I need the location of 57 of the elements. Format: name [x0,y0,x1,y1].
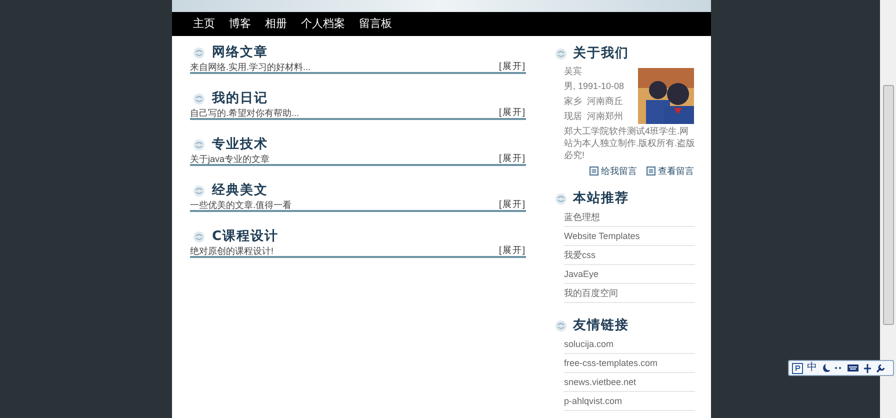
wrench-icon[interactable] [876,364,885,372]
expand-link[interactable]: [展开] [498,246,526,255]
sidebar-title: 友情链接 [573,316,629,336]
section-title[interactable]: C课程设计 [212,227,279,247]
swirl-icon [193,47,205,59]
dots-icon[interactable] [834,365,843,371]
profile-bio: 郑大工学院软件测试4班学生.网站为本人独立制作.版权所有.盗版必究! [563,125,695,161]
section-title[interactable]: 专业技术 [212,135,268,155]
swirl-icon [193,93,205,105]
sidebar-title: 本站推荐 [573,190,629,208]
section-description: 自己写的.希望对你有帮助... [190,109,300,118]
sidebar-link[interactable]: 蓝色理想 [564,208,695,227]
nav-link[interactable]: 相册 [265,18,287,30]
expand-link[interactable]: [展开] [498,154,526,163]
nav-link[interactable]: 留言板 [359,18,392,30]
profile-name: 吴宾 [564,65,583,78]
sidebar-link[interactable]: snews.vietbee.net [564,373,695,392]
sidebar-link[interactable]: Website Templates [564,227,695,246]
section-title[interactable]: 我的日记 [212,89,268,109]
scrollbar-thumb[interactable] [882,84,894,324]
swirl-icon [193,231,205,243]
input-mode-toggle[interactable]: 中 [807,363,817,373]
sidebar-link[interactable]: p-ahlqvist.com [564,392,695,411]
nav-link[interactable]: 博客 [229,18,251,30]
section-description: 一些优美的文章.值得一看 [190,201,292,210]
section-description: 绝对原创的课程设计! [190,247,274,256]
profile-info: 男, 1991-10-08 [564,80,626,93]
sidebar-link[interactable]: 我的百度空间 [564,284,695,303]
nav-link[interactable]: 主页 [193,18,215,30]
section-title[interactable]: 网络文章 [212,43,268,63]
profile-info: 家乡 河南商丘 [564,95,624,108]
expand-link[interactable]: [展开] [498,62,526,71]
sidebar-link[interactable]: JavaEye [564,265,695,284]
profile-info: 现居 河南郑州 [564,110,624,123]
sidebar-link[interactable]: free-css-templates.com [564,354,695,373]
nav-link[interactable]: 个人档案 [301,18,345,30]
swirl-icon [555,48,567,60]
note-icon [646,166,656,176]
swirl-icon [555,320,567,332]
scrollbar[interactable] [880,0,896,418]
message-link[interactable]: 查看留言 [646,166,694,176]
sidebar-link[interactable]: solucija.com [564,335,695,354]
section-description: 来自网络.实用.学习的好材料... [190,63,311,72]
expand-link[interactable]: [展开] [498,200,526,209]
expand-link[interactable]: [展开] [498,108,526,117]
note-icon [589,166,599,176]
swirl-icon [193,185,205,197]
sidebar-link[interactable]: 我爱css [564,246,695,265]
sidebar-title: 关于我们 [573,44,629,64]
ime-logo-icon[interactable] [792,362,803,374]
swirl-icon [193,139,205,151]
message-link[interactable]: 给我留言 [589,166,637,176]
swirl-icon [555,193,567,205]
section-description: 关于java专业的文章 [190,155,270,164]
moon-icon[interactable] [821,363,830,373]
keyboard-icon[interactable] [847,364,859,372]
section-title[interactable]: 经典美文 [212,181,268,201]
